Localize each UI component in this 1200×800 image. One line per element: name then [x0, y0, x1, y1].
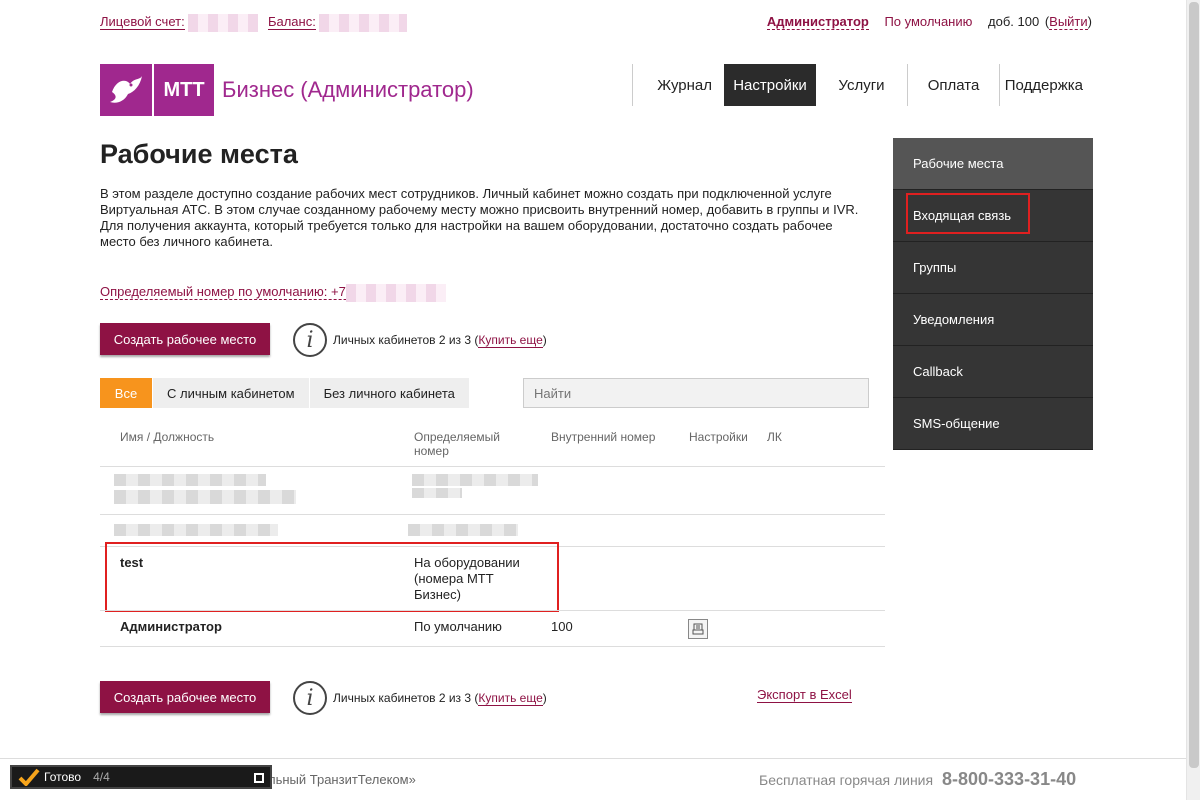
- status-text: Готово: [44, 770, 82, 784]
- settings-icon[interactable]: [688, 619, 708, 639]
- redacted-position: [114, 490, 296, 504]
- row-number: По умолчанию: [414, 619, 502, 634]
- redacted-name: [114, 474, 266, 486]
- top-bar: Лицевой счет: Баланс: Администратор По у…: [100, 14, 1092, 32]
- sidebar-item-notifications[interactable]: Уведомления: [893, 294, 1093, 346]
- hotline-phone[interactable]: 8-800-333-31-40: [942, 769, 1076, 790]
- cabinets-close: ): [542, 691, 547, 705]
- search-input[interactable]: [523, 378, 869, 408]
- page-description: В этом разделе доступно создание рабочих…: [100, 186, 870, 250]
- info-icon: i: [293, 681, 327, 715]
- logout-link[interactable]: Выйти: [1049, 14, 1088, 30]
- scrollbar-thumb[interactable]: [1189, 2, 1199, 768]
- create-workplace-button[interactable]: Создать рабочее место: [100, 323, 270, 355]
- logo[interactable]: МТТ Бизнес (Администратор): [100, 64, 480, 116]
- nav-support[interactable]: Поддержка: [999, 64, 1091, 106]
- redacted-number-2: [412, 488, 462, 498]
- main-nav: Журнал Настройки Услуги Оплата Поддержка: [632, 64, 1091, 106]
- nav-settings[interactable]: Настройки: [724, 64, 816, 106]
- balance-value-redacted: [319, 14, 408, 32]
- default-number-redacted: [345, 284, 446, 302]
- col-settings: Настройки: [689, 430, 748, 444]
- table-divider: [100, 466, 885, 467]
- user-menu: Администратор По умолчанию доб. 100 (Вый…: [766, 14, 1092, 30]
- col-name: Имя / Должность: [120, 430, 215, 444]
- checkmark-icon: [18, 768, 40, 786]
- page-title: Рабочие места: [100, 139, 298, 169]
- user-link[interactable]: Администратор: [766, 14, 869, 30]
- default-number-link[interactable]: Определяемый номер по умолчанию: +7: [100, 284, 446, 302]
- col-internal: Внутренний номер: [551, 430, 656, 444]
- description-paragraph-2: Для получения аккаунта, который требуетс…: [100, 218, 833, 249]
- redacted-number: [408, 524, 518, 536]
- extension-label: доб. 100: [988, 14, 1040, 29]
- nav-services[interactable]: Услуги: [816, 64, 907, 106]
- logo-text: МТТ: [154, 64, 214, 116]
- account-value-redacted: [188, 14, 259, 32]
- export-excel-link[interactable]: Экспорт в Excel: [757, 687, 852, 703]
- browser-status-bar: Готово 4/4: [10, 765, 272, 789]
- logout-paren-close: ): [1087, 14, 1092, 29]
- table-divider: [100, 610, 885, 611]
- default-number: Определяемый номер по умолчанию: +7: [100, 284, 446, 302]
- filter-tabs: Все С личным кабинетом Без личного кабин…: [100, 378, 470, 408]
- highlight-box: [105, 542, 559, 612]
- cabinets-info: i Личных кабинетов 2 из 3 (Купить еще): [293, 323, 547, 357]
- profile-link[interactable]: По умолчанию: [884, 14, 972, 29]
- tab-all[interactable]: Все: [100, 378, 152, 408]
- brand-title: Бизнес (Администратор): [222, 77, 474, 102]
- sidebar-item-groups[interactable]: Группы: [893, 242, 1093, 294]
- highlight-box: [906, 193, 1030, 234]
- col-lk: ЛК: [767, 430, 782, 444]
- settings-sidebar: Рабочие места Входящая связь Группы Увед…: [893, 138, 1093, 450]
- cabinets-info-bottom: i Личных кабинетов 2 из 3 (Купить еще): [293, 681, 547, 715]
- buy-more-link[interactable]: Купить еще: [478, 691, 543, 706]
- row-name[interactable]: Администратор: [120, 619, 222, 635]
- hotline-label: Бесплатная горячая линия: [759, 772, 934, 788]
- tab-with-cabinet[interactable]: С личным кабинетом: [153, 378, 309, 408]
- bird-logo-icon: [100, 64, 152, 116]
- balance-link[interactable]: Баланс:: [267, 14, 316, 31]
- cabinets-count: Личных кабинетов 2 из 3 (: [333, 691, 479, 705]
- tab-without-cabinet[interactable]: Без личного кабинета: [309, 378, 469, 408]
- description-paragraph-1: В этом разделе доступно создание рабочих…: [100, 186, 859, 217]
- redacted-name: [114, 524, 278, 536]
- cabinets-count: Личных кабинетов 2 из 3 (: [333, 333, 479, 347]
- account-link[interactable]: Лицевой счет:: [100, 14, 185, 31]
- table-divider: [100, 514, 885, 515]
- nav-journal[interactable]: Журнал: [632, 64, 724, 106]
- copyright: льный ТранзитТелеком»: [268, 772, 416, 787]
- info-icon: i: [293, 323, 327, 357]
- table-divider: [100, 646, 885, 647]
- nav-payment[interactable]: Оплата: [907, 64, 999, 106]
- status-count: 4/4: [93, 770, 110, 784]
- scrollbar[interactable]: [1186, 0, 1200, 800]
- col-number: Определяемый номер: [414, 430, 500, 458]
- redacted-number: [412, 474, 538, 486]
- sidebar-item-workplaces[interactable]: Рабочие места: [893, 138, 1093, 190]
- close-icon[interactable]: [254, 773, 264, 783]
- create-workplace-button-bottom[interactable]: Создать рабочее место: [100, 681, 270, 713]
- cabinets-close: ): [542, 333, 547, 347]
- row-internal: 100: [551, 619, 573, 634]
- buy-more-link[interactable]: Купить еще: [478, 333, 543, 348]
- sidebar-item-callback[interactable]: Callback: [893, 346, 1093, 398]
- sidebar-item-sms[interactable]: SMS-общение: [893, 398, 1093, 450]
